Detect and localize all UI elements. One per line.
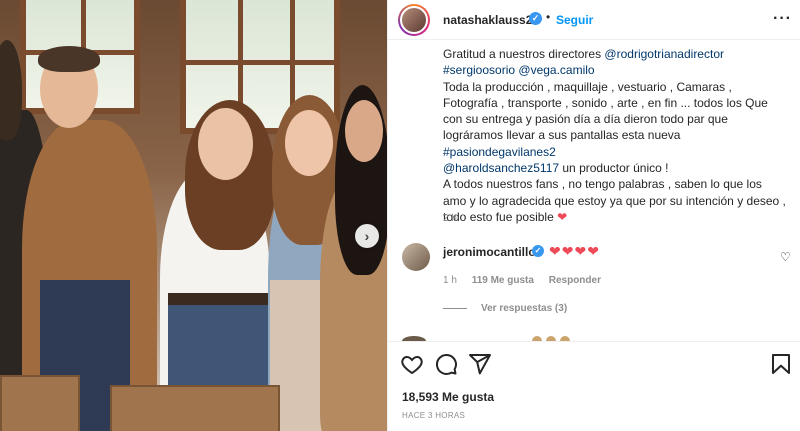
caption-text: A todos nuestros fans , no tengo palabra… bbox=[443, 177, 786, 224]
post-likes-count[interactable]: 18,593 Me gusta bbox=[402, 390, 494, 404]
carousel-next-icon[interactable]: › bbox=[355, 224, 379, 248]
comment-avatar[interactable] bbox=[402, 243, 430, 271]
post-photo[interactable]: › bbox=[0, 0, 387, 431]
comment-meta: 1 h 119 Me gusta Responder bbox=[443, 275, 613, 286]
caption-text: un productor único ! bbox=[559, 161, 669, 176]
chevron-right-icon: › bbox=[364, 228, 370, 244]
mention-link[interactable]: @rodrigotrianadirector bbox=[604, 47, 724, 61]
mention-link[interactable]: @vega.camilo bbox=[518, 63, 594, 77]
comment-icon[interactable] bbox=[434, 352, 458, 376]
post-details-panel: natashaklauss27 ✓ • Seguir ··· Gratitud … bbox=[387, 0, 800, 431]
post-caption: Gratitud a nuestros directores @rodrigot… bbox=[443, 46, 788, 225]
post-timestamp[interactable]: HACE 3 HORAS bbox=[402, 411, 465, 420]
hashtag-link[interactable]: #sergioosorio bbox=[443, 63, 515, 77]
post-actions: 18,593 Me gusta HACE 3 HORAS bbox=[388, 341, 800, 431]
post-header: natashaklauss27 ✓ • Seguir ··· bbox=[388, 0, 800, 40]
verified-icon: ✓ bbox=[529, 12, 542, 25]
heart-emoji: ❤ bbox=[557, 209, 568, 224]
view-replies-label: Ver respuestas (3) bbox=[481, 303, 568, 314]
caption-text: Toda la producción , maquillaje , vestua… bbox=[443, 79, 768, 143]
more-options-icon[interactable]: ··· bbox=[773, 10, 792, 28]
heart-icon[interactable] bbox=[400, 352, 424, 376]
follow-button[interactable]: Seguir bbox=[556, 13, 593, 27]
mention-link[interactable]: @haroldsanchez5117 bbox=[443, 161, 559, 175]
hashtag-link[interactable]: #pasiondegavilanes2 bbox=[443, 145, 556, 159]
avatar[interactable] bbox=[398, 4, 430, 36]
bookmark-icon[interactable] bbox=[769, 352, 793, 376]
chair bbox=[0, 375, 80, 431]
comment-username[interactable]: jeronimocantillo bbox=[443, 245, 536, 259]
comment-like-icon[interactable]: ♡ bbox=[780, 250, 791, 264]
caption-text: Gratitud a nuestros directores bbox=[443, 47, 605, 61]
verified-icon: ✓ bbox=[532, 245, 544, 257]
chair bbox=[110, 385, 280, 431]
post-username[interactable]: natashaklauss27 bbox=[443, 13, 539, 27]
comment-text: ❤❤❤❤ bbox=[549, 243, 600, 259]
caption-timestamp[interactable]: 2 h bbox=[443, 213, 457, 224]
separator-dot: • bbox=[546, 10, 551, 24]
replies-line bbox=[443, 307, 467, 309]
comment-likes[interactable]: 119 Me gusta bbox=[472, 275, 534, 286]
reply-button[interactable]: Responder bbox=[549, 275, 601, 286]
comment-timestamp[interactable]: 1 h bbox=[443, 275, 457, 286]
share-icon[interactable] bbox=[468, 352, 492, 376]
view-replies-button[interactable]: Ver respuestas (3) bbox=[443, 303, 567, 314]
